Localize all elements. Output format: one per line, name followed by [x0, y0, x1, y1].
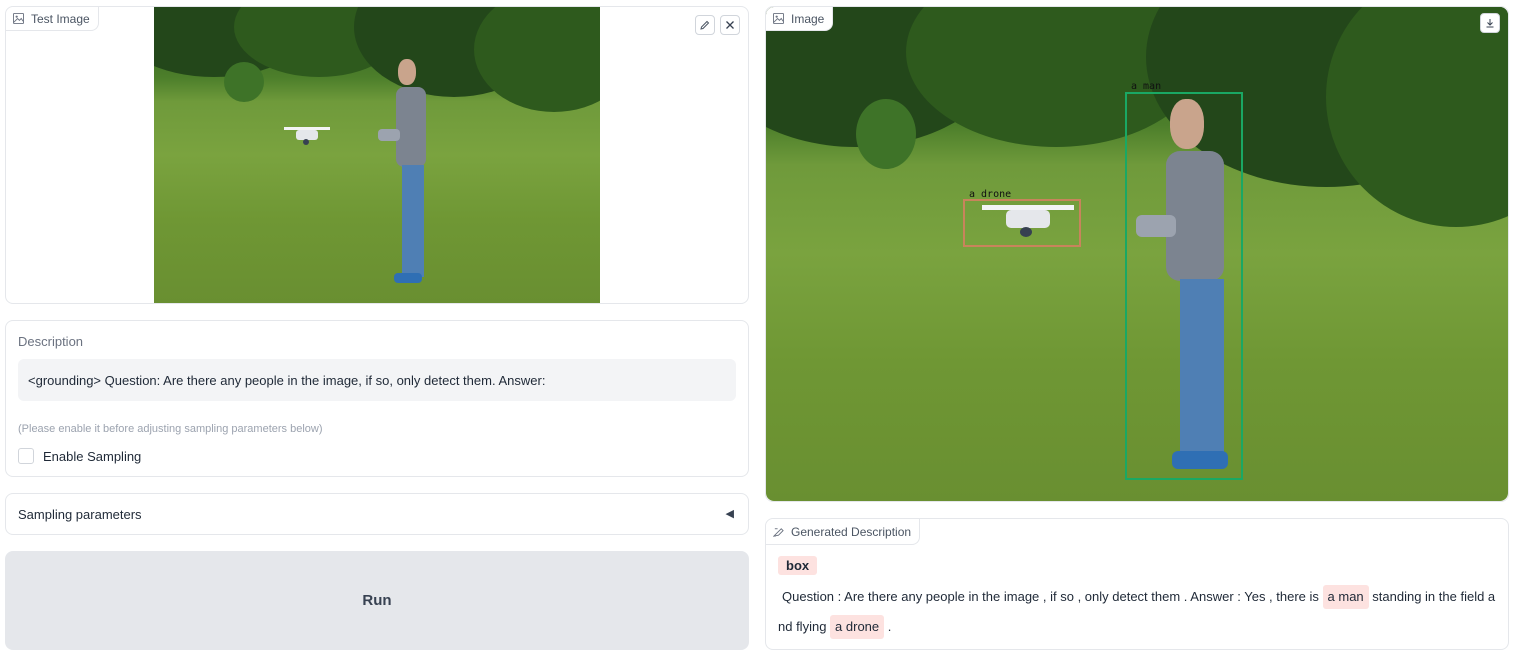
generated-description-panel: Generated Description box Question : Are…: [765, 518, 1509, 650]
enable-sampling-row[interactable]: Enable Sampling: [18, 448, 141, 464]
test-image-panel: Test Image: [5, 6, 749, 304]
sampling-parameters-accordion[interactable]: Sampling parameters ◀: [5, 493, 749, 535]
entity-drone-highlight: a drone: [830, 615, 885, 639]
image-icon: [13, 13, 24, 24]
man-bounding-box: [1125, 92, 1243, 480]
edit-button[interactable]: [695, 15, 715, 35]
highlight-icon: [773, 528, 784, 537]
sampling-hint: (Please enable it before adjusting sampl…: [18, 423, 323, 435]
drone-bounding-box: [963, 199, 1081, 247]
description-panel: Description <grounding> Question: Are th…: [5, 320, 749, 477]
description-label: Description: [18, 334, 84, 349]
generated-text-part-2: standing in the field a: [1368, 589, 1496, 604]
enable-sampling-label: Enable Sampling: [43, 448, 142, 464]
entity-man-highlight: a man: [1322, 585, 1369, 609]
image-icon: [773, 13, 784, 24]
test-image-tag: Test Image: [6, 7, 99, 31]
generated-description-tag: Generated Description: [766, 519, 921, 545]
output-image: a drone a man: [766, 7, 1508, 501]
description-input[interactable]: <grounding> Question: Are there any peop…: [18, 359, 736, 401]
test-image[interactable]: [154, 7, 600, 303]
enable-sampling-checkbox[interactable]: [18, 448, 34, 464]
man-figure: [378, 59, 440, 287]
generated-text-line-2: nd flying a drone .: [778, 615, 1496, 639]
legend-box-badge: box: [778, 556, 818, 575]
generated-text-part-3: nd flying: [778, 619, 831, 634]
drone-box-label: a drone: [969, 189, 1012, 200]
test-image-label: Test Image: [31, 11, 90, 26]
man-box-label: a man: [1131, 81, 1162, 92]
download-button[interactable]: [1480, 13, 1500, 33]
sampling-parameters-label: Sampling parameters: [18, 507, 142, 522]
run-button-label: Run: [362, 592, 392, 609]
run-button[interactable]: Run: [5, 551, 749, 650]
generated-text-part-1: Question : Are there any people in the i…: [782, 589, 1323, 604]
generated-text-line-1: Question : Are there any people in the i…: [782, 585, 1496, 609]
pencil-icon: [700, 20, 710, 30]
collapse-arrow-icon[interactable]: ◀: [726, 507, 734, 520]
output-image-tag: Image: [766, 7, 834, 31]
generated-description-label: Generated Description: [791, 524, 912, 539]
drone-figure: [284, 125, 330, 147]
close-icon: [726, 21, 734, 29]
output-image-panel: Image a drone a man: [765, 6, 1509, 502]
clear-button[interactable]: [720, 15, 740, 35]
generated-text-part-4: .: [884, 619, 892, 634]
download-icon: [1486, 19, 1494, 28]
output-image-label: Image: [791, 11, 825, 26]
